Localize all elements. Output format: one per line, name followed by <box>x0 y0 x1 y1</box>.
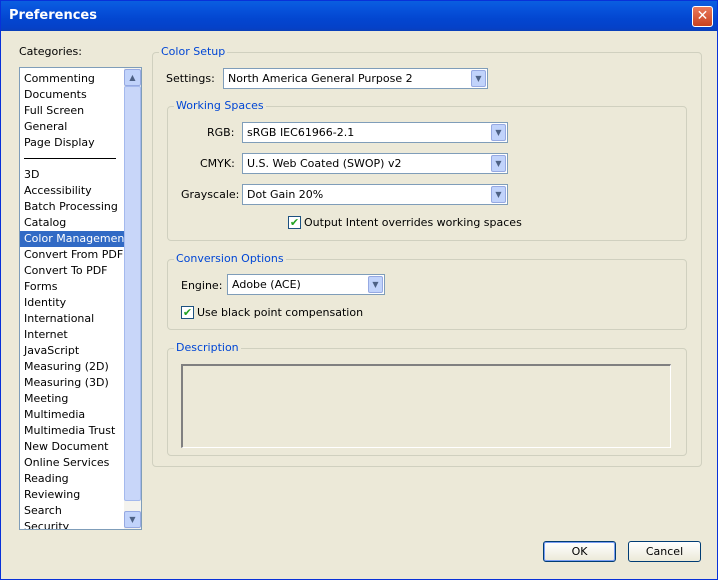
category-item[interactable]: New Document <box>20 439 124 455</box>
category-item[interactable]: International <box>20 311 124 327</box>
category-item[interactable]: Page Display <box>20 135 124 151</box>
category-item[interactable]: Forms <box>20 279 124 295</box>
category-item[interactable]: Commenting <box>20 71 124 87</box>
cmyk-dropdown[interactable]: U.S. Web Coated (SWOP) v2 ▼ <box>242 153 508 174</box>
cmyk-label: CMYK: <box>200 157 235 170</box>
window-title: Preferences <box>9 8 97 23</box>
category-item[interactable]: Multimedia Trust <box>20 423 124 439</box>
check-icon: ✔ <box>289 216 300 229</box>
category-item[interactable]: Full Screen <box>20 103 124 119</box>
category-item[interactable]: Reviewing <box>20 487 124 503</box>
check-icon: ✔ <box>182 306 193 319</box>
rgb-dropdown[interactable]: sRGB IEC61966-2.1 ▼ <box>242 122 508 143</box>
rgb-value: sRGB IEC61966-2.1 <box>247 126 355 139</box>
category-item[interactable]: Security <box>20 519 124 529</box>
category-item[interactable]: Accessibility <box>20 183 124 199</box>
category-item[interactable]: Documents <box>20 87 124 103</box>
arrow-down-icon: ▼ <box>129 515 136 524</box>
chevron-down-icon[interactable]: ▼ <box>471 70 486 87</box>
category-item[interactable]: General <box>20 119 124 135</box>
working-spaces-title: Working Spaces <box>174 99 266 113</box>
grayscale-label: Grayscale: <box>181 188 240 201</box>
grayscale-value: Dot Gain 20% <box>247 188 324 201</box>
output-intent-checkbox[interactable]: ✔ <box>288 216 301 229</box>
settings-label: Settings: <box>166 72 215 85</box>
description-title: Description <box>174 341 241 355</box>
categories-label: Categories: <box>19 45 82 58</box>
preferences-dialog: Preferences ✕ Categories: Commenting Docu… <box>0 0 718 580</box>
engine-dropdown[interactable]: Adobe (ACE) ▼ <box>227 274 385 295</box>
category-separator <box>24 158 116 159</box>
output-intent-label[interactable]: Output Intent overrides working spaces <box>304 216 522 229</box>
scroll-up-button[interactable]: ▲ <box>124 69 141 86</box>
color-setup-title: Color Setup <box>159 45 228 59</box>
scroll-down-button[interactable]: ▼ <box>124 511 141 528</box>
title-bar[interactable]: Preferences ✕ <box>1 1 717 31</box>
chevron-down-icon[interactable]: ▼ <box>491 124 506 141</box>
engine-value: Adobe (ACE) <box>232 278 301 291</box>
category-item[interactable]: Multimedia <box>20 407 124 423</box>
category-item[interactable]: Measuring (2D) <box>20 359 124 375</box>
cancel-button[interactable]: Cancel <box>628 541 701 562</box>
grayscale-dropdown[interactable]: Dot Gain 20% ▼ <box>242 184 508 205</box>
category-item[interactable]: JavaScript <box>20 343 124 359</box>
close-icon: ✕ <box>696 8 709 24</box>
engine-label: Engine: <box>181 279 223 292</box>
category-item[interactable]: Identity <box>20 295 124 311</box>
settings-value: North America General Purpose 2 <box>228 72 413 85</box>
chevron-down-icon[interactable]: ▼ <box>491 186 506 203</box>
conversion-options-title: Conversion Options <box>174 252 286 266</box>
category-item[interactable]: Measuring (3D) <box>20 375 124 391</box>
arrow-up-icon: ▲ <box>129 73 136 82</box>
scroll-thumb[interactable] <box>124 86 141 501</box>
category-item[interactable]: Meeting <box>20 391 124 407</box>
category-item[interactable]: Catalog <box>20 215 124 231</box>
close-button[interactable]: ✕ <box>692 6 713 27</box>
chevron-down-icon[interactable]: ▼ <box>491 155 506 172</box>
category-item[interactable]: Color Management <box>20 231 129 247</box>
ok-button[interactable]: OK <box>543 541 616 562</box>
black-point-label[interactable]: Use black point compensation <box>197 306 363 319</box>
description-box <box>181 364 671 448</box>
category-item[interactable]: Batch Processing <box>20 199 124 215</box>
settings-dropdown[interactable]: North America General Purpose 2 ▼ <box>223 68 488 89</box>
chevron-down-icon[interactable]: ▼ <box>368 276 383 293</box>
categories-list[interactable]: Commenting Documents Full Screen General Pag… <box>19 67 142 530</box>
category-item[interactable]: Search <box>20 503 124 519</box>
category-item[interactable]: Reading <box>20 471 124 487</box>
category-item[interactable]: Internet <box>20 327 124 343</box>
black-point-checkbox[interactable]: ✔ <box>181 306 194 319</box>
categories-scrollbar[interactable]: ▲ ▼ <box>124 68 141 529</box>
category-item[interactable]: 3D <box>20 167 124 183</box>
category-item[interactable]: Convert From PDF <box>20 247 124 263</box>
cmyk-value: U.S. Web Coated (SWOP) v2 <box>247 157 402 170</box>
category-item[interactable]: Online Services <box>20 455 124 471</box>
rgb-label: RGB: <box>207 126 235 139</box>
category-item[interactable]: Convert To PDF <box>20 263 124 279</box>
categories-items: Commenting Documents Full Screen General Pag… <box>20 71 129 529</box>
